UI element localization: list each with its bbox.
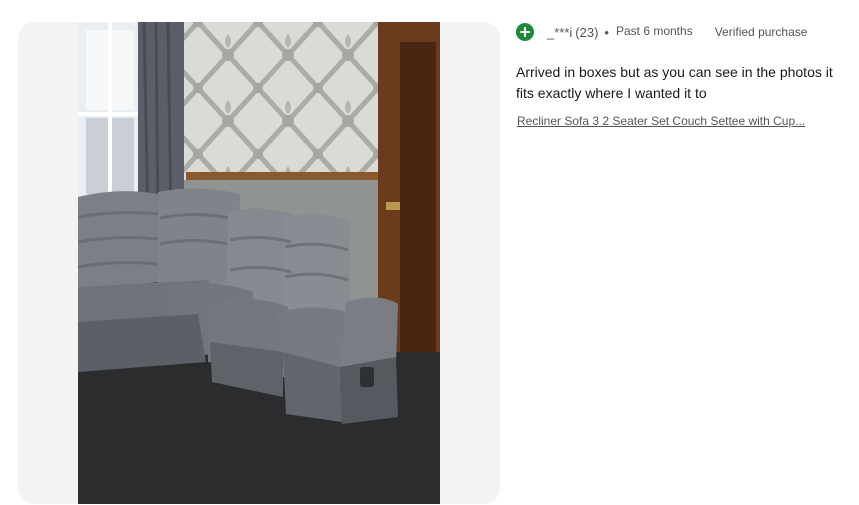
- reviewer-feedback-score[interactable]: (23): [575, 25, 598, 40]
- verified-purchase-label: Verified purchase: [714, 25, 808, 39]
- review-photo[interactable]: [78, 22, 440, 504]
- plus-circle-icon: [516, 23, 534, 41]
- sofa-photo-illustration: [78, 22, 440, 504]
- review-meta: _***i (23) • Past 6 months Verified purc…: [516, 22, 807, 42]
- item-title-link[interactable]: Recliner Sofa 3 2 Seater Set Couch Sette…: [517, 114, 817, 128]
- meta-separator: •: [604, 24, 609, 40]
- reviewer-username[interactable]: _***i: [547, 25, 572, 40]
- review-card: _***i (23) • Past 6 months Verified purc…: [0, 0, 859, 505]
- review-photo-frame: [18, 22, 500, 504]
- review-comment: Arrived in boxes but as you can see in t…: [516, 64, 833, 101]
- review-period: Past 6 months: [615, 23, 693, 38]
